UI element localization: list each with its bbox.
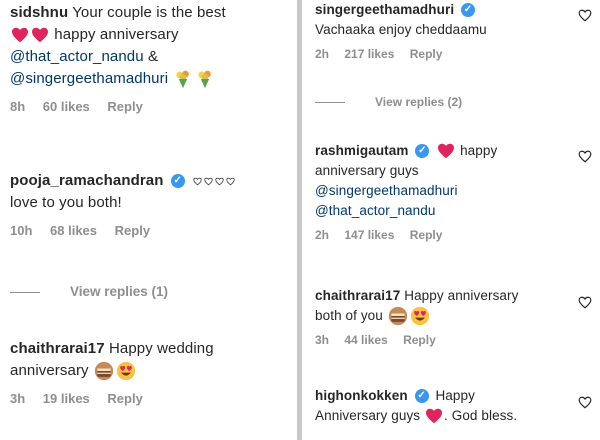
heart-emoji-icon — [215, 177, 224, 186]
reply-button[interactable]: Reply — [410, 47, 443, 61]
like-heart-icon[interactable] — [578, 296, 592, 309]
comment-time: 2h — [315, 47, 330, 61]
reply-button[interactable]: Reply — [107, 391, 142, 406]
like-heart-icon[interactable] — [578, 9, 592, 22]
comment-text: love to you both! — [10, 194, 122, 211]
view-replies-button[interactable]: View replies (1) — [10, 284, 168, 299]
comment-meta: 2h 217 likes Reply — [315, 47, 600, 61]
verified-badge-icon: ✓ — [415, 144, 430, 159]
comment-text: . God bless. — [444, 408, 518, 423]
view-replies-label: View replies (1) — [70, 284, 169, 299]
comment-meta: 8h 60 likes Reply — [10, 99, 296, 114]
comment-rashmigautam: rashmigautam ✓ happy anniversary guys @s… — [303, 141, 600, 242]
heart-emoji-icon — [204, 177, 213, 186]
comment-text: Your couple is the best — [72, 4, 226, 21]
heart-emoji-icon — [425, 408, 443, 424]
comment-time: 10h — [10, 223, 33, 238]
comment-meta: 3h 44 likes Reply — [315, 333, 600, 347]
comment-singergeethamadhuri: singergeethamadhuri ✓ Vachaaka enjoy che… — [303, 0, 600, 61]
comment-time: 3h — [10, 391, 26, 406]
comment-username[interactable]: chaithrarai17 — [315, 288, 400, 303]
comment-body: rashmigautam ✓ happy anniversary guys @s… — [315, 141, 600, 221]
comment-text: Happy anniversary — [404, 288, 519, 303]
comment-text: happy anniversary — [54, 26, 179, 43]
comment-likes[interactable]: 217 likes — [344, 47, 394, 61]
right-comment-column: singergeethamadhuri ✓ Vachaaka enjoy che… — [303, 0, 600, 440]
comment-body: sidshnu Your couple is the best happy an… — [10, 2, 296, 90]
comment-username[interactable]: pooja_ramachandran — [10, 172, 164, 189]
heart-emoji-icon — [226, 177, 235, 186]
comment-likes[interactable]: 147 likes — [344, 228, 394, 242]
heart-eyes-emoji-icon — [116, 361, 136, 381]
comment-text: Happy wedding — [108, 340, 214, 357]
mention-link[interactable]: @singergeethamadhuri — [315, 183, 458, 198]
comment-likes[interactable]: 44 likes — [344, 333, 387, 347]
reply-button[interactable]: Reply — [410, 228, 443, 242]
cake-emoji-icon — [388, 306, 408, 326]
replies-divider-line — [315, 102, 345, 104]
mention-link[interactable]: @that_actor_nandu — [10, 48, 144, 65]
comment-text: Happy — [435, 388, 475, 403]
comment-likes[interactable]: 19 likes — [43, 391, 90, 406]
comment-time: 2h — [315, 228, 330, 242]
verified-badge-icon: ✓ — [414, 389, 429, 404]
comment-highonkokken: highonkokken ✓ Happy Anniversary guys . … — [303, 386, 600, 426]
comment-text: happy — [460, 143, 498, 158]
replies-divider-line — [10, 291, 40, 293]
comment-meta: 10h 68 likes Reply — [10, 223, 296, 238]
like-heart-icon[interactable] — [578, 150, 592, 163]
comment-username[interactable]: highonkokken — [315, 388, 408, 403]
bouquet-emoji-icon — [173, 69, 193, 89]
heart-emoji-icon — [11, 27, 29, 43]
comment-chaithrarai17: chaithrarai17 Happy wedding anniversary … — [0, 338, 296, 406]
comment-body: pooja_ramachandran ✓ love to you both! — [10, 170, 296, 214]
heart-emoji-icon — [193, 177, 202, 186]
verified-badge-icon: ✓ — [461, 3, 476, 18]
comment-username[interactable]: rashmigautam — [315, 143, 408, 158]
heart-eyes-emoji-icon — [410, 306, 430, 326]
column-divider — [297, 0, 302, 440]
comment-meta: 3h 19 likes Reply — [10, 391, 296, 406]
comment-body: chaithrarai17 Happy wedding anniversary — [10, 338, 296, 382]
cake-emoji-icon — [94, 361, 114, 381]
mention-link[interactable]: @that_actor_nandu — [315, 203, 436, 218]
reply-button[interactable]: Reply — [115, 223, 150, 238]
verified-badge-icon: ✓ — [170, 174, 185, 189]
reply-button[interactable]: Reply — [107, 99, 142, 114]
heart-emoji-icon — [437, 143, 455, 159]
heart-emoji-icon — [31, 27, 49, 43]
like-heart-icon[interactable] — [578, 396, 592, 409]
view-replies-button[interactable]: View replies (2) — [315, 95, 462, 109]
comment-time: 8h — [10, 99, 26, 114]
comment-username[interactable]: chaithrarai17 — [10, 340, 105, 357]
left-comment-column: sidshnu Your couple is the best happy an… — [0, 0, 296, 440]
comment-text: anniversary guys — [315, 163, 419, 178]
comment-username[interactable]: singergeethamadhuri — [315, 2, 454, 17]
comment-text: anniversary — [10, 362, 89, 379]
ampersand-text: & — [147, 48, 159, 65]
comment-likes[interactable]: 60 likes — [43, 99, 90, 114]
bouquet-emoji-icon — [195, 69, 215, 89]
comment-body: singergeethamadhuri ✓ Vachaaka enjoy che… — [315, 0, 600, 40]
comment-chaithrarai17-right: chaithrarai17 Happy anniversary both of … — [303, 286, 600, 347]
view-replies-label: View replies (2) — [375, 95, 463, 109]
comment-body: highonkokken ✓ Happy Anniversary guys . … — [315, 386, 600, 426]
comment-text: both of you — [315, 308, 383, 323]
comment-meta: 2h 147 likes Reply — [315, 228, 600, 242]
comment-likes[interactable]: 68 likes — [50, 223, 97, 238]
mention-link[interactable]: @singergeethamadhuri — [10, 70, 168, 87]
comment-text: Vachaaka enjoy cheddaamu — [315, 22, 487, 37]
comment-sidshnu: sidshnu Your couple is the best happy an… — [0, 2, 296, 114]
comment-username[interactable]: sidshnu — [10, 4, 68, 21]
comment-pooja-ramachandran: pooja_ramachandran ✓ love to you both! 1… — [0, 170, 296, 238]
reply-button[interactable]: Reply — [403, 333, 436, 347]
comment-body: chaithrarai17 Happy anniversary both of … — [315, 286, 600, 326]
comment-time: 3h — [315, 333, 330, 348]
comment-text: Anniversary guys — [315, 408, 421, 423]
